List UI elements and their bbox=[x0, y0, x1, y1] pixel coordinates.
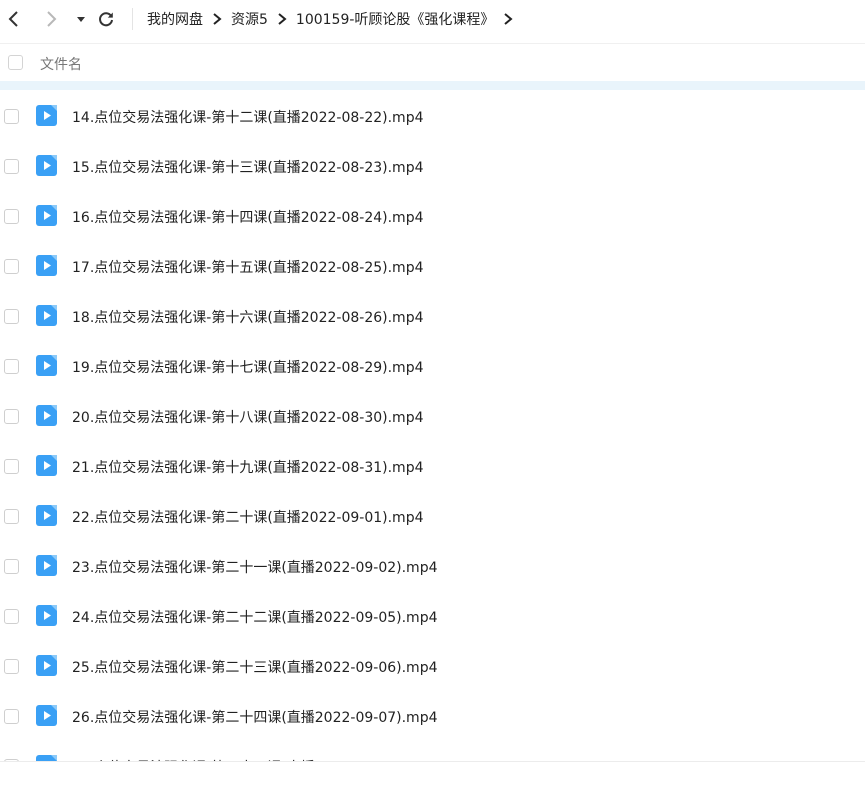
chevron-left-icon bbox=[8, 11, 18, 27]
video-file-icon bbox=[36, 355, 57, 376]
video-file-icon bbox=[36, 105, 57, 126]
file-name[interactable]: 15.点位交易法强化课-第十三课(直播2022-08-23).mp4 bbox=[72, 157, 423, 177]
video-file-icon bbox=[36, 705, 57, 726]
breadcrumb-item-resource5[interactable]: 资源5 bbox=[231, 9, 268, 29]
file-name[interactable]: 24.点位交易法强化课-第二十二课(直播2022-09-05).mp4 bbox=[72, 607, 437, 627]
back-button[interactable] bbox=[3, 9, 23, 29]
file-row[interactable]: 15.点位交易法强化课-第十三课(直播2022-08-23).mp4 bbox=[0, 141, 865, 191]
file-row[interactable]: 24.点位交易法强化课-第二十二课(直播2022-09-05).mp4 bbox=[0, 591, 865, 641]
video-file-icon bbox=[36, 155, 57, 176]
file-row-checkbox[interactable] bbox=[4, 559, 19, 574]
video-file-icon bbox=[36, 455, 57, 476]
file-row[interactable]: 14.点位交易法强化课-第十二课(直播2022-08-22).mp4 bbox=[0, 91, 865, 141]
selection-strip bbox=[0, 81, 865, 90]
file-row[interactable]: 26.点位交易法强化课-第二十四课(直播2022-09-07).mp4 bbox=[0, 691, 865, 741]
file-row[interactable]: 25.点位交易法强化课-第二十三课(直播2022-09-06).mp4 bbox=[0, 641, 865, 691]
file-name[interactable]: 16.点位交易法强化课-第十四课(直播2022-08-24).mp4 bbox=[72, 207, 423, 227]
video-file-icon bbox=[36, 305, 57, 326]
video-file-icon bbox=[36, 255, 57, 276]
file-row-checkbox[interactable] bbox=[4, 659, 19, 674]
file-name[interactable]: 21.点位交易法强化课-第十九课(直播2022-08-31).mp4 bbox=[72, 457, 423, 477]
file-row-checkbox[interactable] bbox=[4, 209, 19, 224]
video-file-icon bbox=[36, 605, 57, 626]
column-header-filename[interactable]: 文件名 bbox=[40, 54, 82, 74]
file-row-checkbox[interactable] bbox=[4, 259, 19, 274]
file-name[interactable]: 26.点位交易法强化课-第二十四课(直播2022-09-07).mp4 bbox=[72, 707, 437, 727]
file-row-checkbox[interactable] bbox=[4, 359, 19, 374]
breadcrumb-item-current-folder[interactable]: 100159-听顾论股《强化课程》 bbox=[296, 9, 495, 29]
forward-button[interactable] bbox=[42, 9, 62, 29]
file-row-checkbox[interactable] bbox=[4, 409, 19, 424]
breadcrumb-item-my-drive[interactable]: 我的网盘 bbox=[147, 9, 203, 29]
file-name[interactable]: 17.点位交易法强化课-第十五课(直播2022-08-25).mp4 bbox=[72, 257, 423, 277]
list-column-header: 文件名 bbox=[0, 44, 865, 82]
bottom-divider bbox=[0, 761, 865, 762]
file-row-checkbox[interactable] bbox=[4, 709, 19, 724]
file-name[interactable]: 19.点位交易法强化课-第十七课(直播2022-08-29).mp4 bbox=[72, 357, 423, 377]
file-row-checkbox[interactable] bbox=[4, 109, 19, 124]
file-name[interactable]: 14.点位交易法强化课-第十二课(直播2022-08-22).mp4 bbox=[72, 107, 423, 127]
file-name[interactable]: 20.点位交易法强化课-第十八课(直播2022-08-30).mp4 bbox=[72, 407, 423, 427]
select-all-checkbox[interactable] bbox=[8, 55, 23, 70]
file-name[interactable]: 18.点位交易法强化课-第十六课(直播2022-08-26).mp4 bbox=[72, 307, 423, 327]
file-row-checkbox[interactable] bbox=[4, 459, 19, 474]
file-row-checkbox[interactable] bbox=[4, 609, 19, 624]
history-dropdown-button[interactable] bbox=[71, 9, 91, 29]
video-file-icon bbox=[36, 405, 57, 426]
file-name[interactable]: 25.点位交易法强化课-第二十三课(直播2022-09-06).mp4 bbox=[72, 657, 437, 677]
chevron-right-icon bbox=[47, 11, 57, 27]
refresh-button[interactable] bbox=[96, 9, 116, 29]
file-row-checkbox[interactable] bbox=[4, 509, 19, 524]
file-row[interactable]: 19.点位交易法强化课-第十七课(直播2022-08-29).mp4 bbox=[0, 341, 865, 391]
toolbar-divider bbox=[132, 8, 133, 30]
file-name[interactable]: 23.点位交易法强化课-第二十一课(直播2022-09-02).mp4 bbox=[72, 557, 437, 577]
video-file-icon bbox=[36, 505, 57, 526]
file-list: 14.点位交易法强化课-第十二课(直播2022-08-22).mp4 15.点位交… bbox=[0, 91, 865, 761]
chevron-right-icon[interactable] bbox=[494, 13, 522, 25]
refresh-icon bbox=[99, 12, 113, 27]
caret-down-icon bbox=[77, 17, 85, 22]
breadcrumb: 我的网盘 资源5 100159-听顾论股《强化课程》 bbox=[147, 9, 522, 29]
chevron-right-icon bbox=[203, 13, 231, 25]
file-row[interactable]: 23.点位交易法强化课-第二十一课(直播2022-09-02).mp4 bbox=[0, 541, 865, 591]
toolbar: 我的网盘 资源5 100159-听顾论股《强化课程》 bbox=[0, 0, 865, 40]
file-row[interactable]: 17.点位交易法强化课-第十五课(直播2022-08-25).mp4 bbox=[0, 241, 865, 291]
video-file-icon bbox=[36, 655, 57, 676]
file-row[interactable]: 20.点位交易法强化课-第十八课(直播2022-08-30).mp4 bbox=[0, 391, 865, 441]
chevron-right-icon bbox=[268, 13, 296, 25]
video-file-icon bbox=[36, 555, 57, 576]
file-row[interactable]: 16.点位交易法强化课-第十四课(直播2022-08-24).mp4 bbox=[0, 191, 865, 241]
file-row[interactable]: 22.点位交易法强化课-第二十课(直播2022-09-01).mp4 bbox=[0, 491, 865, 541]
file-row-checkbox[interactable] bbox=[4, 309, 19, 324]
file-row[interactable]: 21.点位交易法强化课-第十九课(直播2022-08-31).mp4 bbox=[0, 441, 865, 491]
video-file-icon bbox=[36, 205, 57, 226]
file-row-checkbox[interactable] bbox=[4, 159, 19, 174]
file-name[interactable]: 22.点位交易法强化课-第二十课(直播2022-09-01).mp4 bbox=[72, 507, 423, 527]
file-row[interactable]: 18.点位交易法强化课-第十六课(直播2022-08-26).mp4 bbox=[0, 291, 865, 341]
file-row[interactable]: 27.点位交易法强化课-第二十五课(直播2022-09-08).mp4 bbox=[0, 741, 865, 761]
